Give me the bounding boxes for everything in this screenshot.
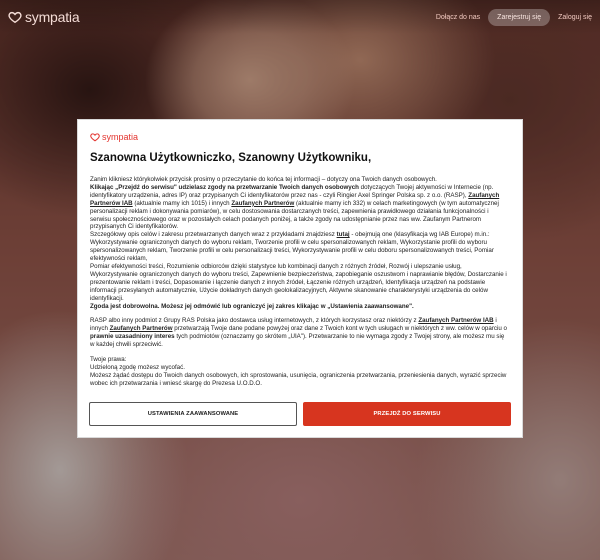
consent-paragraph-2: Szczegółowy opis celów i zakresu przetwa… [90,231,510,263]
voluntary-consent-text: Zgoda jest dobrowolna. Możesz jej odmówi… [90,302,414,310]
consent-paragraph-4: Zgoda jest dobrowolna. Możesz jej odmówi… [90,303,510,311]
rights-section: Twoje prawa: Udzieloną zgodę możesz wyco… [90,356,510,388]
iab-partners-link-2[interactable]: Zaufanych Partnerów IAB [418,317,493,324]
register-button[interactable]: Zarejestruj się [488,8,551,26]
trusted-partners-link[interactable]: Zaufanych Partnerów [231,200,294,207]
login-link[interactable]: Zaloguj się [558,14,592,21]
consent-paragraph-3: Pomiar efektywności treści, Rozumienie o… [90,262,507,302]
advanced-settings-button[interactable]: USTAWIENIA ZAAWANSOWANE [89,402,297,426]
intro-text: Zanim klikniesz którykolwiek przycisk pr… [90,176,437,183]
proceed-to-site-button[interactable]: PRZEJDŹ DO SERWISU [303,402,511,426]
trusted-partners-link-2[interactable]: Zaufanych Partnerów [110,325,173,332]
rights-item: Udzieloną zgodę możesz wycofać. [90,363,185,371]
purposes-intro: Szczegółowy opis celów i zakresu przetwa… [90,231,337,239]
consent-dialog: sympatia Szanowna Użytkowniczko, Szanown… [77,119,523,438]
top-navigation: sympatia Dołącz do nas Zarejestruj się Z… [0,0,600,34]
modal-logo: sympatia [90,132,510,142]
legit-interest-text: przetwarzają Twoje dane podane powyżej o… [172,325,507,333]
details-link[interactable]: tutaj [337,231,350,238]
rights-title: Twoje prawa: [90,356,127,364]
legit-interest-bold: prawnie uzasadniony interes [90,333,175,341]
consent-text[interactable]: Zanim klikniesz którykolwiek przycisk pr… [90,176,510,388]
consent-paragraph-1: Zanim klikniesz którykolwiek przycisk pr… [90,176,510,231]
legit-interest-intro: RASP albo inny podmiot z Grupy RAS Polsk… [90,317,419,325]
nav-actions: Dołącz do nas Zarejestruj się Zaloguj si… [436,8,592,26]
heart-icon [8,11,22,24]
dialog-title: Szanowna Użytkowniczko, Szanowny Użytkow… [90,152,372,164]
site-logo[interactable]: sympatia [8,9,80,25]
consent-paragraph-5: RASP albo inny podmiot z Grupy RAS Polsk… [90,317,510,349]
consent-text-part: (aktualnie mamy ich 1015) i innych [132,199,232,207]
modal-logo-text: sympatia [102,132,139,142]
join-link[interactable]: Dołącz do nas [436,14,480,21]
logo-text: sympatia [25,9,80,25]
rights-item: Możesz żądać dostępu do Twoich danych os… [90,371,507,387]
heart-icon [90,133,100,142]
dialog-actions: USTAWIENIA ZAAWANSOWANE PRZEJDŹ DO SERWI… [89,402,511,426]
consent-bold-text: Klikając „Przejdź do serwisu" udzielasz … [90,183,359,191]
